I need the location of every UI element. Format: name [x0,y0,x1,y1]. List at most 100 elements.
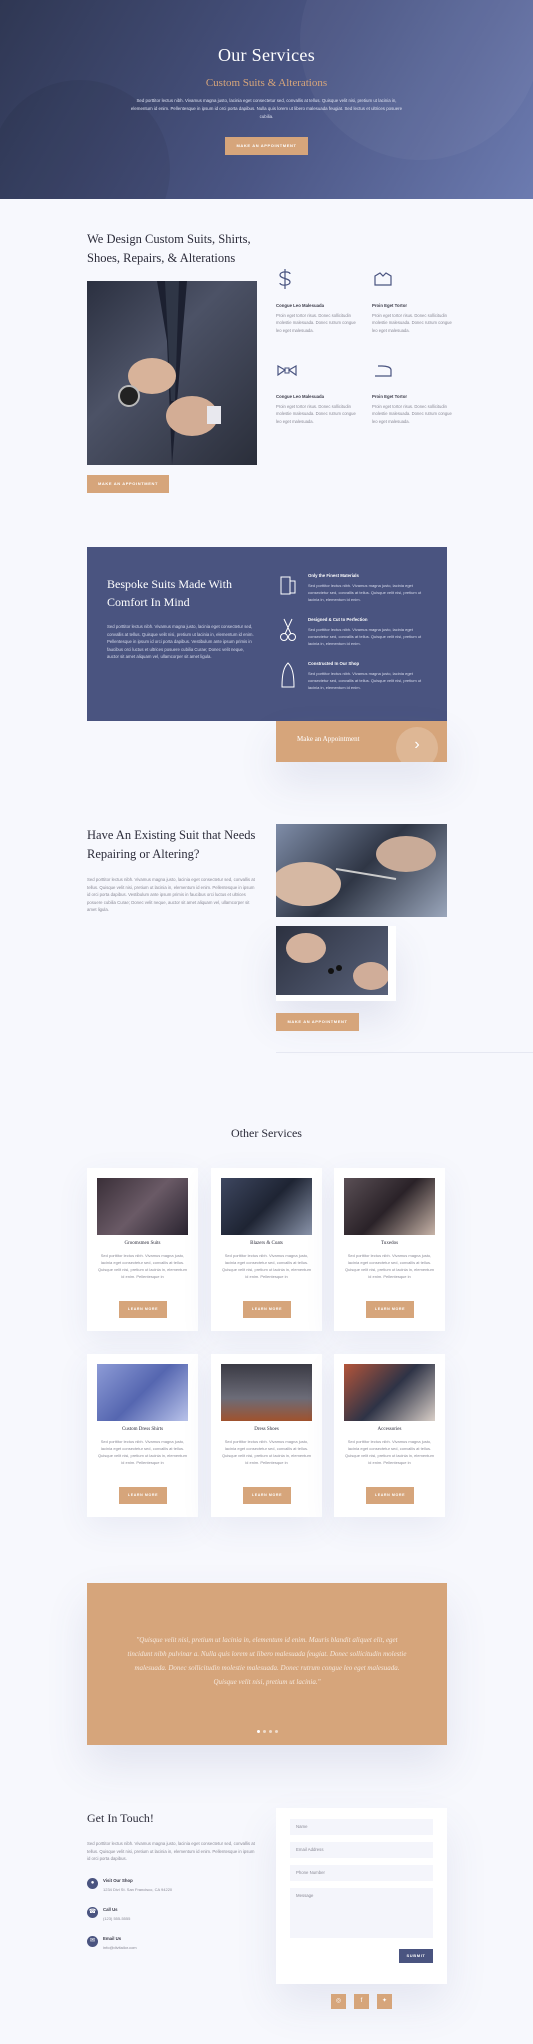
blazers-coats-photo [221,1178,312,1235]
suit-photo-illustration [118,281,221,465]
slider-dot-active[interactable] [257,1730,260,1733]
service-card-title: Accessories [377,1427,402,1432]
service-card: Dress Shoes Sed porttitor lectus nibh. V… [211,1354,322,1517]
service-card: Groomsmen Suits Sed porttitor lectus nib… [87,1168,198,1331]
groomsmen-suit-photo [97,1178,188,1235]
feature-title: Proin Eget Tortor [372,303,408,308]
bespoke-item-text: Sed porttitor lectus nibh. Vivamus magna… [308,583,422,602]
fabric-icon [280,576,296,595]
envelope-icon: ✉ [87,1936,98,1947]
service-card: Blazers & Coats Sed porttitor lectus nib… [211,1168,322,1331]
learn-more-button[interactable]: Learn More [366,1301,414,1318]
feature-grid: Congue Leo Malesuada Proin eget tortor r… [276,268,461,438]
contact-description: Sed porttitor lectus nibh. Vivamus magna… [87,1841,255,1862]
feature-item: Congue Leo Malesuada Proin eget tortor r… [276,363,360,425]
phone-icon: ☎ [87,1907,98,1918]
scissors-photo-illustration [271,836,436,906]
bespoke-item-title: Only the Finest Materials [308,573,359,578]
shirt-icon [374,272,392,286]
service-card-title: Tuxedos [380,1241,399,1246]
bowtie-icon [277,364,297,377]
bespoke-panel: Bespoke Suits Made With Comfort In Mind … [87,547,447,721]
repair-photo-buttons [276,926,389,995]
feature-text: Proin eget tortor risus. Donec sollicitu… [372,404,452,424]
feature-item: Proin Eget Tortor Proin eget tortor risu… [372,363,456,425]
service-card-text: Sed porttitor lectus nibh. Vivamus magna… [345,1439,434,1465]
bespoke-cta-label: Make an Appointment [297,735,360,743]
twitter-icon[interactable]: ✦ [377,1994,392,2009]
repair-photo-scissors [271,824,447,917]
feature-title: Proin Eget Tortor [372,394,408,399]
contact-visit-value: 1234 Divi St. San Francisco, CA 94220 [103,1887,173,1892]
service-card-text: Sed porttitor lectus nibh. Vivamus magna… [98,1253,187,1279]
hero-subtitle: Custom Suits & Alterations [205,77,328,89]
slider-dot[interactable] [269,1730,272,1733]
learn-more-button[interactable]: Learn More [119,1301,167,1318]
dollar-needle-icon [279,269,291,289]
name-field[interactable]: Name [290,1819,433,1835]
repair-title: Have An Existing Suit that Needs Repairi… [87,828,256,861]
bespoke-description: Sed porttitor lectus nibh. Vivamus magna… [107,624,254,660]
service-card: Custom Dress Shirts Sed porttitor lectus… [87,1354,198,1517]
contact-title: Get In Touch! [87,1811,154,1825]
design-appointment-button[interactable]: Make an Appointment [87,475,169,493]
learn-more-button[interactable]: Learn More [366,1487,414,1504]
learn-more-button[interactable]: Learn More [243,1487,291,1504]
bespoke-cta[interactable]: Make an Appointment › [276,721,447,762]
service-card-text: Sed porttitor lectus nibh. Vivamus magna… [345,1253,434,1279]
service-card-text: Sed porttitor lectus nibh. Vivamus magna… [98,1439,187,1465]
arrow-right-icon: › [396,727,438,762]
phone-field[interactable]: Phone Number [290,1865,433,1881]
bespoke-item-title: Designed & Cut to Perfection [308,617,368,622]
instagram-icon[interactable]: ◎ [331,1994,346,2009]
email-field[interactable]: Email Address [290,1842,433,1858]
feature-text: Proin eget tortor risus. Donec sollicitu… [372,313,452,333]
service-card: Accessories Sed porttitor lectus nibh. V… [334,1354,445,1517]
service-card-title: Blazers & Coats [250,1241,283,1246]
testimonial-quote: "Quisque velit nisi, pretium ut lacinia … [127,1636,407,1686]
submit-button[interactable]: Submit [399,1949,433,1963]
hero-description: Sed porttitor lectus nibh. Vivamus magna… [130,98,403,119]
tuxedos-photo [344,1178,435,1235]
repair-photo-frame [276,926,396,1001]
learn-more-button[interactable]: Learn More [119,1487,167,1504]
section-divider [276,1052,533,1053]
contact-email-label: Email Us [103,1936,122,1941]
tailor-icon [281,662,295,688]
service-card-title: Custom Dress Shirts [121,1427,164,1432]
hero-section: Our Services Custom Suits & Alterations … [0,0,533,199]
bespoke-item-text: Sed porttitor lectus nibh. Vivamus magna… [308,627,422,646]
service-card-text: Sed porttitor lectus nibh. Vivamus magna… [222,1253,311,1279]
testimonial-panel: "Quisque velit nisi, pretium ut lacinia … [87,1583,447,1745]
contact-call-label: Call Us [103,1907,118,1912]
slider-dot[interactable] [275,1730,278,1733]
feature-title: Congue Leo Malesuada [276,303,324,308]
learn-more-button[interactable]: Learn More [243,1301,291,1318]
bespoke-item-title: Constructed In Our Shop [308,661,360,666]
button-sewing-illustration [286,933,389,990]
service-card-title: Groomsmen Suits [124,1241,161,1246]
feature-text: Proin eget tortor risus. Donec sollicitu… [276,313,356,333]
bespoke-item-text: Sed porttitor lectus nibh. Vivamus magna… [308,671,422,690]
scissors-icon [280,618,296,641]
location-pin-icon: ● [87,1878,98,1889]
repair-description: Sed porttitor lectus nibh. Vivamus magna… [87,877,255,913]
feature-item: Proin Eget Tortor Proin eget tortor risu… [372,268,456,334]
facebook-icon[interactable]: f [354,1994,369,2009]
feature-title: Congue Leo Malesuada [276,394,324,399]
iron-icon [375,365,392,377]
service-card: Tuxedos Sed porttitor lectus nibh. Vivam… [334,1168,445,1331]
dress-shirts-photo [97,1364,188,1421]
suit-photo [87,281,257,465]
feature-item: Congue Leo Malesuada Proin eget tortor r… [276,268,360,334]
design-title: We Design Custom Suits, Shirts, Shoes, R… [87,232,251,265]
hero-appointment-button[interactable]: Make an Appointment [225,137,308,155]
dress-shoes-photo [221,1364,312,1421]
slider-dot[interactable] [263,1730,266,1733]
hero-title: Our Services [217,45,316,65]
service-card-text: Sed porttitor lectus nibh. Vivamus magna… [222,1439,311,1465]
contact-visit-label: Visit Our Shop [103,1878,133,1883]
message-textarea[interactable]: Message [290,1888,433,1938]
repair-appointment-button[interactable]: Make an Appointment [276,1013,359,1031]
slider-dots [257,1730,281,1734]
